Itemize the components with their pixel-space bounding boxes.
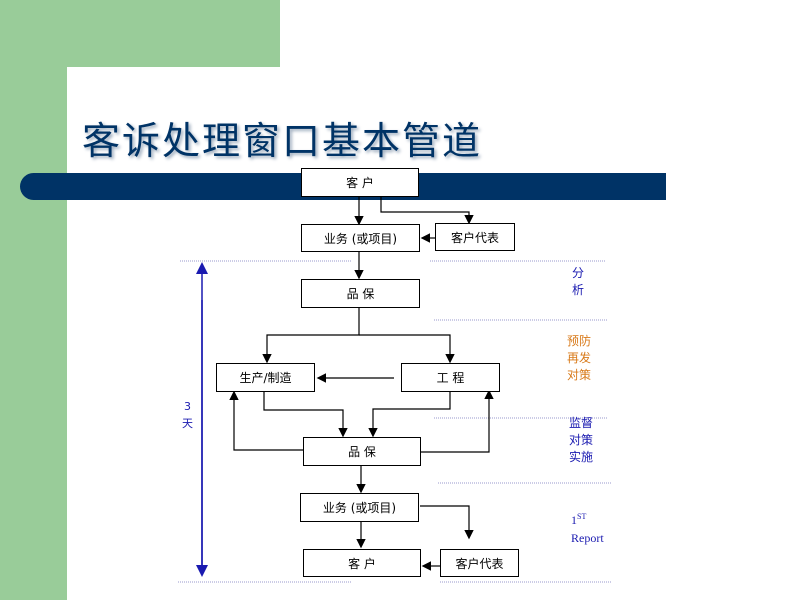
phase-text: 分	[572, 266, 585, 280]
box-customer-top: 客 户	[301, 168, 419, 197]
connector	[263, 392, 348, 438]
connector	[420, 389, 494, 453]
phase-text: 析	[572, 283, 585, 297]
phase-text: 监督	[569, 416, 594, 430]
box-qa-top: 品 保	[301, 279, 420, 308]
days-unit: 天	[182, 417, 193, 430]
connector	[420, 505, 474, 540]
box-customer-bottom: 客 户	[303, 549, 421, 577]
days-number: 3	[184, 400, 191, 413]
box-production: 生产/制造	[216, 363, 315, 392]
phase-text: 对策	[567, 368, 592, 382]
box-customer-rep-bottom: 客户代表	[440, 549, 519, 577]
phase-text: 实施	[569, 450, 594, 464]
connector	[229, 390, 303, 451]
box-engineering: 工 程	[401, 363, 500, 392]
timeline-days: 3 天	[182, 398, 193, 432]
box-qa-mid: 品 保	[303, 437, 421, 466]
box-customer-rep-top: 客户代表	[435, 223, 515, 251]
phase-analysis: 分 析	[572, 265, 584, 299]
box-sales-bottom: 业务 (或项目)	[300, 493, 419, 522]
box-sales-top: 业务 (或项目)	[301, 224, 420, 252]
first-report-label: 1ST Report	[571, 508, 604, 547]
phase-prevention: 预防 再发 对策	[567, 333, 591, 384]
report-superscript: ST	[577, 512, 587, 521]
phase-text: 再发	[567, 351, 592, 365]
connector	[359, 334, 455, 364]
phase-text: 预防	[567, 334, 592, 348]
phase-implementation: 监督 对策 实施	[569, 415, 593, 466]
connector	[368, 391, 451, 438]
report-text: Report	[571, 531, 604, 545]
connector	[262, 308, 360, 364]
phase-text: 对策	[569, 433, 594, 447]
connector	[380, 197, 474, 225]
